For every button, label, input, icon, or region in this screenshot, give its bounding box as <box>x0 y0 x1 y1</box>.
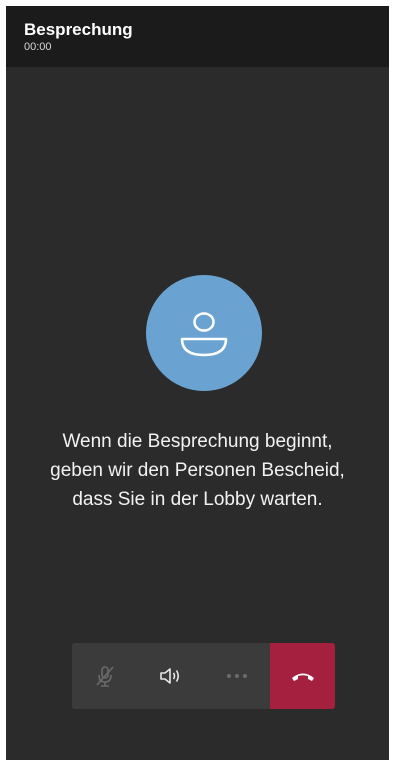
lobby-message-line: geben wir den Personen Bescheid, <box>50 460 345 481</box>
lobby-message-line: dass Sie in der Lobby warten. <box>72 489 323 510</box>
phone-hangup-icon <box>291 673 314 681</box>
speaker-button[interactable] <box>138 643 204 709</box>
more-options-button[interactable] <box>204 643 270 709</box>
meeting-timer: 00:00 <box>24 41 52 53</box>
mute-microphone-button[interactable] <box>72 643 138 709</box>
more-horizontal-icon <box>227 674 247 678</box>
microphone-off-icon <box>96 666 114 687</box>
hang-up-button[interactable] <box>270 643 335 709</box>
person-icon <box>180 312 228 357</box>
call-controls <box>72 643 335 709</box>
lobby-message: Wenn die Besprechung beginnt, geben wir … <box>26 427 369 514</box>
meeting-header: Besprechung 00:00 <box>6 6 389 67</box>
lobby-message-line: Wenn die Besprechung beginnt, <box>62 431 333 452</box>
avatar <box>146 275 262 391</box>
speaker-icon <box>160 668 180 684</box>
meeting-screen: Besprechung 00:00 Wenn die Besprechung b… <box>6 6 389 760</box>
meeting-title: Besprechung <box>24 20 133 39</box>
